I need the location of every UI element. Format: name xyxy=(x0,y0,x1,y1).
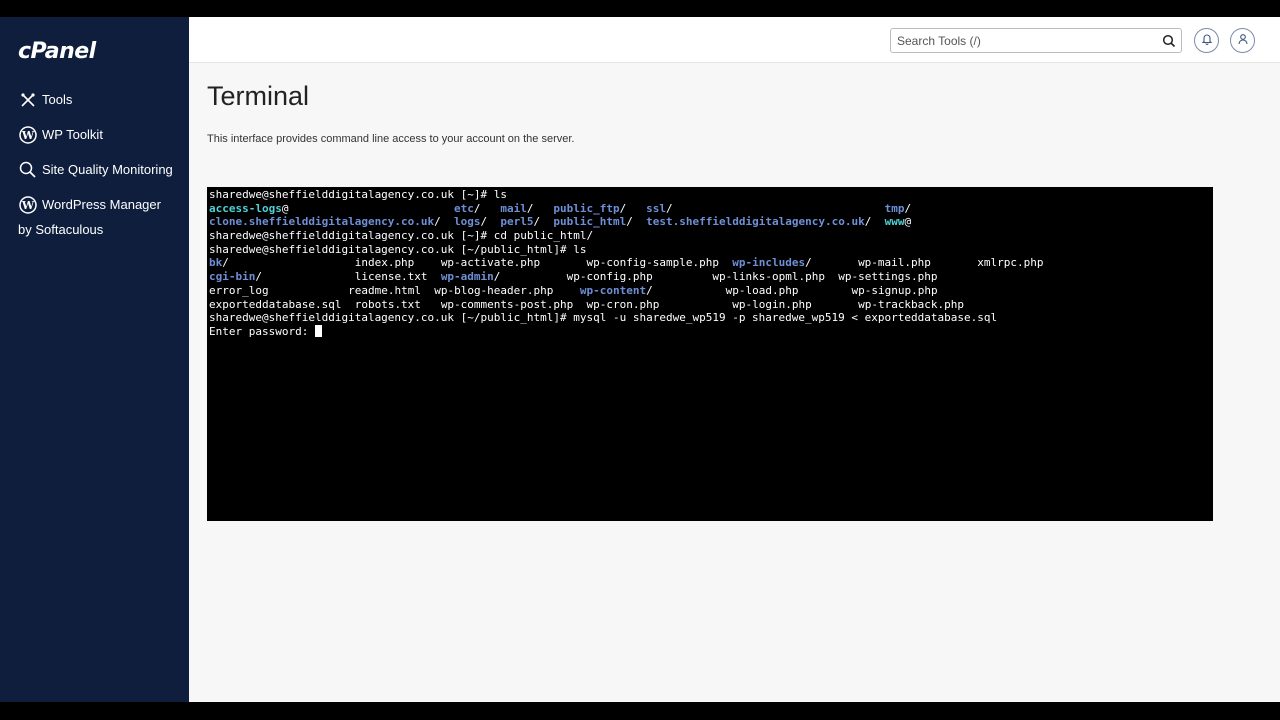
terminal-line: sharedwe@sheffielddigitalagency.co.uk [~… xyxy=(209,188,508,201)
page-description: This interface provides command line acc… xyxy=(207,133,575,145)
terminal-line: clone.sheffielddigitalagency.co.uk/ logs… xyxy=(209,215,912,229)
magnifier-icon xyxy=(18,160,37,179)
top-bar xyxy=(189,17,1280,63)
wordpress-icon: W xyxy=(18,195,37,214)
terminal-line: sharedwe@sheffielddigitalagency.co.uk [~… xyxy=(209,242,587,256)
notifications-button[interactable] xyxy=(1194,28,1219,53)
svg-text:W: W xyxy=(20,199,34,212)
user-menu-button[interactable] xyxy=(1230,28,1255,53)
terminal-line: access-logs@ etc/ mail/ public_ftp/ ssl/… xyxy=(209,201,912,215)
terminal-line: bk/ index.php wp-activate.php wp-config-… xyxy=(209,256,1044,270)
app-frame: cPanel Tools W WP Toolkit Site Quality M… xyxy=(0,17,1280,702)
sidebar-item-label: WordPress Manager xyxy=(42,197,161,212)
terminal-line: sharedwe@sheffielddigitalagency.co.uk [~… xyxy=(209,229,594,243)
terminal-line: cgi-bin/ license.txt wp-admin/ wp-config… xyxy=(209,270,938,284)
sidebar: cPanel Tools W WP Toolkit Site Quality M… xyxy=(0,17,189,702)
wordpress-icon: W xyxy=(18,125,37,144)
bell-icon xyxy=(1201,32,1213,50)
terminal-line: error_log readme.html wp-blog-header.php… xyxy=(209,283,938,297)
user-icon xyxy=(1237,32,1249,50)
cpanel-logo[interactable]: cPanel xyxy=(18,39,96,64)
terminal-line: Enter password: xyxy=(209,324,1211,339)
terminal-window[interactable]: sharedwe@sheffielddigitalagency.co.uk [~… xyxy=(207,187,1213,521)
search-icon[interactable] xyxy=(1162,34,1176,48)
terminal-line: sharedwe@sheffielddigitalagency.co.uk [~… xyxy=(209,311,998,325)
sidebar-item-wordpress-manager[interactable]: W WordPress Manager xyxy=(18,195,161,214)
sidebar-item-label: Site Quality Monitoring xyxy=(42,162,173,177)
svg-text:W: W xyxy=(20,129,34,142)
sidebar-item-tools[interactable]: Tools xyxy=(18,90,72,109)
terminal-cursor xyxy=(314,324,322,337)
sidebar-item-label: WP Toolkit xyxy=(42,127,103,142)
sidebar-item-site-quality[interactable]: Site Quality Monitoring xyxy=(18,160,173,179)
terminal-line: exporteddatabase.sql robots.txt wp-comme… xyxy=(209,297,965,311)
sidebar-item-sublabel[interactable]: by Softaculous xyxy=(18,220,103,239)
sidebar-item-label: Tools xyxy=(42,92,73,107)
main-content: Terminal This interface provides command… xyxy=(189,17,1280,702)
search-input[interactable] xyxy=(897,31,1152,50)
tools-icon xyxy=(18,90,37,109)
search-box[interactable] xyxy=(890,28,1182,53)
page-title: Terminal xyxy=(207,81,310,111)
sidebar-item-wp-toolkit[interactable]: W WP Toolkit xyxy=(18,125,103,144)
